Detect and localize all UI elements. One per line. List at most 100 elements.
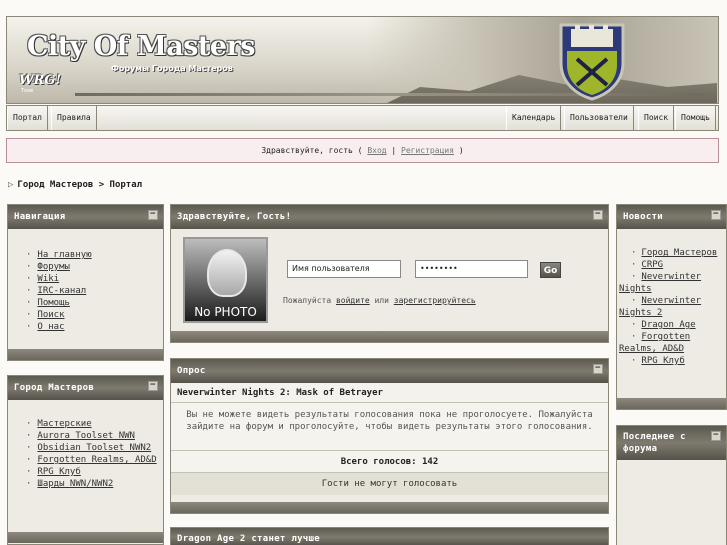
minimize-icon[interactable]: − [711, 210, 721, 220]
site-title[interactable]: City Of Masters [27, 31, 256, 62]
welcome-close: ) [454, 146, 464, 155]
article-panel-title[interactable]: Dragon Age 2 станет лучше [171, 528, 608, 545]
login-title: Здравствуйте, Гость! [177, 212, 292, 222]
city-link-workshops[interactable]: Мастерские [37, 419, 91, 429]
navigation-title: Навигация [14, 212, 66, 222]
username-input[interactable]: Имя пользователя [287, 260, 401, 278]
list-item: · Forgotten Realms, AD&D [26, 455, 157, 465]
list-item: · Форумы [26, 262, 70, 272]
poll-total-votes: Всего голосов: 142 [171, 451, 608, 473]
site-header: City Of Masters Форумы Города Мастеров W… [6, 16, 719, 104]
team-logo: WRG! [19, 73, 62, 88]
breadcrumb: ▷ Город Мастеров > Портал [8, 180, 142, 190]
welcome-separator: | [386, 146, 402, 155]
panel-footer [8, 349, 163, 360]
list-item: · CRPG [631, 260, 664, 270]
city-link-rpg-club[interactable]: RPG Клуб [37, 467, 80, 477]
nav-portal[interactable]: Портал [7, 106, 48, 130]
list-item: · Город Мастеров [631, 248, 718, 258]
panel-footer [8, 532, 163, 543]
news-title: Новости [623, 212, 664, 222]
list-item: · Мастерские [26, 419, 92, 429]
hint-login-link[interactable]: войдите [336, 296, 370, 305]
breadcrumb-text[interactable]: Город Мастеров > Портал [17, 180, 142, 190]
list-item: · IRC-канал [26, 286, 87, 296]
city-list: · Мастерские · Aurora Toolset NWN · Obsidia… [8, 400, 163, 490]
hint-register-link[interactable]: зарегистрируйтесь [394, 296, 476, 305]
navigation-panel: Навигация − · На главную · Форумы · Wiki · IR… [7, 204, 164, 361]
welcome-greeting: Здравствуйте, гость ( [261, 146, 368, 155]
panel-footer [171, 502, 608, 513]
poll-question: Neverwinter Nights 2: Mask of Betrayer [171, 383, 608, 403]
city-title: Город Мастеров [14, 383, 95, 393]
login-link[interactable]: Вход [367, 146, 386, 155]
latest-panel-title: Последнее с форума − [617, 426, 726, 460]
nav-link-home[interactable]: На главную [37, 250, 91, 260]
login-panel-title: Здравствуйте, Гость! − [171, 205, 608, 229]
avatar: No PHOTO [183, 237, 268, 323]
list-item: · RPG Клуб [26, 467, 81, 477]
register-link[interactable]: Регистрация [401, 146, 454, 155]
no-photo-label: No PHOTO [194, 305, 257, 319]
team-logo-sub: Team [21, 88, 34, 94]
news-link-city[interactable]: Город Мастеров [641, 248, 717, 258]
navigation-panel-title: Навигация − [8, 205, 163, 229]
minimize-icon[interactable]: − [593, 210, 603, 220]
list-item: · Obsidian Toolset NWN2 [26, 443, 152, 453]
poll-message: Вы не можете видеть результаты голосован… [171, 403, 608, 451]
nav-link-wiki[interactable]: Wiki [37, 274, 59, 284]
list-item: · Шарды NWN/NWN2 [26, 479, 114, 489]
nav-calendar[interactable]: Календарь [506, 106, 562, 130]
nav-search[interactable]: Поиск [638, 106, 675, 130]
list-item: · Поиск [26, 310, 65, 320]
nav-link-forums[interactable]: Форумы [37, 262, 70, 272]
navigation-list: · На главную · Форумы · Wiki · IRC-канал · По… [8, 229, 163, 333]
site-subtitle: Форумы Города Мастеров [111, 64, 233, 73]
nav-link-search[interactable]: Поиск [37, 310, 64, 320]
city-link-shards[interactable]: Шарды NWN/NWN2 [37, 479, 113, 489]
hint-text: или [369, 296, 394, 305]
login-panel: Здравствуйте, Гость! − No PHOTO Имя польз… [170, 204, 609, 343]
poll-panel-title: Опрос − [171, 359, 608, 383]
minimize-icon[interactable]: − [593, 364, 603, 374]
news-link-forgotten-realms[interactable]: Forgotten Realms, AD&D [619, 332, 690, 354]
panel-footer [617, 398, 726, 409]
list-item: · Dragon Age [631, 320, 696, 330]
poll-guests-note: Гости не могут голосовать [171, 473, 608, 495]
city-link-aurora[interactable]: Aurora Toolset NWN [37, 431, 135, 441]
list-item: · На главную [26, 250, 92, 260]
login-hint: Пожалуйста войдите или зарегистрируйтесь [283, 296, 476, 305]
city-link-obsidian[interactable]: Obsidian Toolset NWN2 [37, 443, 151, 453]
list-item: · Помощь [26, 298, 70, 308]
city-crest-icon [559, 23, 625, 101]
list-item: · О нас [26, 322, 65, 332]
list-item: · Forgotten Realms, AD&D [619, 332, 691, 354]
nav-help[interactable]: Помощь [675, 106, 716, 130]
latest-title: Последнее с форума [623, 432, 686, 454]
nav-link-help[interactable]: Помощь [37, 298, 70, 308]
news-link-crpg[interactable]: CRPG [641, 260, 663, 270]
article-title[interactable]: Dragon Age 2 станет лучше [177, 534, 320, 544]
panel-footer [171, 331, 608, 342]
minimize-icon[interactable]: − [148, 381, 158, 391]
news-link-rpg-club[interactable]: RPG Клуб [641, 356, 684, 366]
city-link-forgotten-realms[interactable]: Forgotten Realms, AD&D [37, 455, 156, 465]
minimize-icon[interactable]: − [148, 210, 158, 220]
password-input[interactable]: •••••••• [415, 260, 528, 278]
news-link-dragon-age[interactable]: Dragon Age [641, 320, 695, 330]
hint-text: Пожалуйста [283, 296, 336, 305]
list-item: · Neverwinter Nights 2 [619, 296, 702, 318]
news-list: · Город Мастеров · CRPG · Neverwinter Night… [617, 229, 726, 367]
city-panel-title: Город Мастеров − [8, 376, 163, 400]
nav-link-irc[interactable]: IRC-канал [37, 286, 86, 296]
guest-welcome-bar: Здравствуйте, гость ( Вход | Регистрация… [6, 138, 719, 163]
nav-rules[interactable]: Правила [51, 106, 97, 130]
news-panel-title: Новости − [617, 205, 726, 229]
list-item: · RPG Клуб [631, 356, 685, 366]
go-button[interactable]: Go [540, 262, 561, 278]
minimize-icon[interactable]: − [711, 431, 721, 441]
nav-link-about[interactable]: О нас [37, 322, 64, 332]
article-panel: Dragon Age 2 станет лучше [170, 527, 609, 545]
breadcrumb-arrow-icon: ▷ [8, 180, 14, 190]
nav-users[interactable]: Пользователи [564, 106, 634, 130]
